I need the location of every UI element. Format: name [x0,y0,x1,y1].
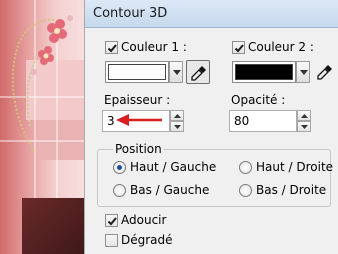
couleur1-checkbox[interactable] [105,41,118,54]
adoucir-label[interactable]: Adoucir [121,213,166,227]
couleur2-checkbox[interactable] [232,41,245,54]
couleur2-label[interactable]: Couleur 2 : [248,40,314,54]
couleur1-swatch[interactable] [105,61,169,83]
epaisseur-spin-down[interactable] [170,121,184,132]
spin-up-icon [174,114,181,118]
epaisseur-spin-up[interactable] [170,110,184,121]
couleur1-label[interactable]: Couleur 1 : [121,40,187,54]
epaisseur-spinner[interactable] [170,110,184,132]
opacite-spinner[interactable] [297,110,311,132]
checkmark-icon [234,44,244,53]
radio-selected-dot [117,165,122,170]
annotation-arrow-icon [116,114,162,126]
radio-bas-gauche-label[interactable]: Bas / Gauche [130,183,209,197]
opacite-spin-up[interactable] [297,110,311,121]
couleur2-color [235,64,293,80]
couleur1-eyedropper-button[interactable] [186,60,210,84]
chevron-down-icon [173,70,181,75]
contour-3d-dialog: Contour 3D Couleur 1 : Couleur 2 : Epais… [84,0,338,254]
radio-haut-droite-label[interactable]: Haut / Droite [256,160,333,174]
spin-down-icon [174,125,181,129]
flower-ornament-icon [11,15,73,152]
opacite-spin-down[interactable] [297,121,311,132]
degrade-checkbox[interactable] [105,234,118,247]
couleur2-swatch[interactable] [232,61,296,83]
eyedropper-icon [317,65,332,80]
opacite-value: 80 [234,114,250,128]
opacite-label: Opacité : [231,93,286,107]
position-group-title: Position [113,142,164,156]
spin-up-icon [301,114,308,118]
degrade-label[interactable]: Dégradé [121,233,173,247]
radio-haut-droite[interactable] [239,161,252,174]
radio-bas-droite-label[interactable]: Bas / Droite [256,183,326,197]
adoucir-checkbox[interactable] [105,214,118,227]
couleur2-dropdown-button[interactable] [296,61,310,83]
couleur2-eyedropper-button[interactable] [313,60,337,84]
checkmark-icon [107,44,117,53]
radio-haut-gauche[interactable] [113,161,126,174]
eyedropper-icon [191,66,206,81]
radio-bas-droite[interactable] [239,184,252,197]
title-bar: Contour 3D [85,0,338,28]
couleur1-dropdown-button[interactable] [169,61,183,83]
opacite-input[interactable]: 80 [229,110,297,132]
chevron-down-icon [300,70,308,75]
epaisseur-label: Epaisseur : [104,93,171,107]
dialog-title: Contour 3D [93,6,168,21]
couleur1-color [108,64,166,80]
radio-haut-gauche-label[interactable]: Haut / Gauche [130,160,216,174]
spin-down-icon [301,125,308,129]
checkmark-icon [107,217,117,226]
epaisseur-value: 3 [107,114,115,128]
position-groupbox [97,149,331,207]
radio-bas-gauche[interactable] [113,184,126,197]
